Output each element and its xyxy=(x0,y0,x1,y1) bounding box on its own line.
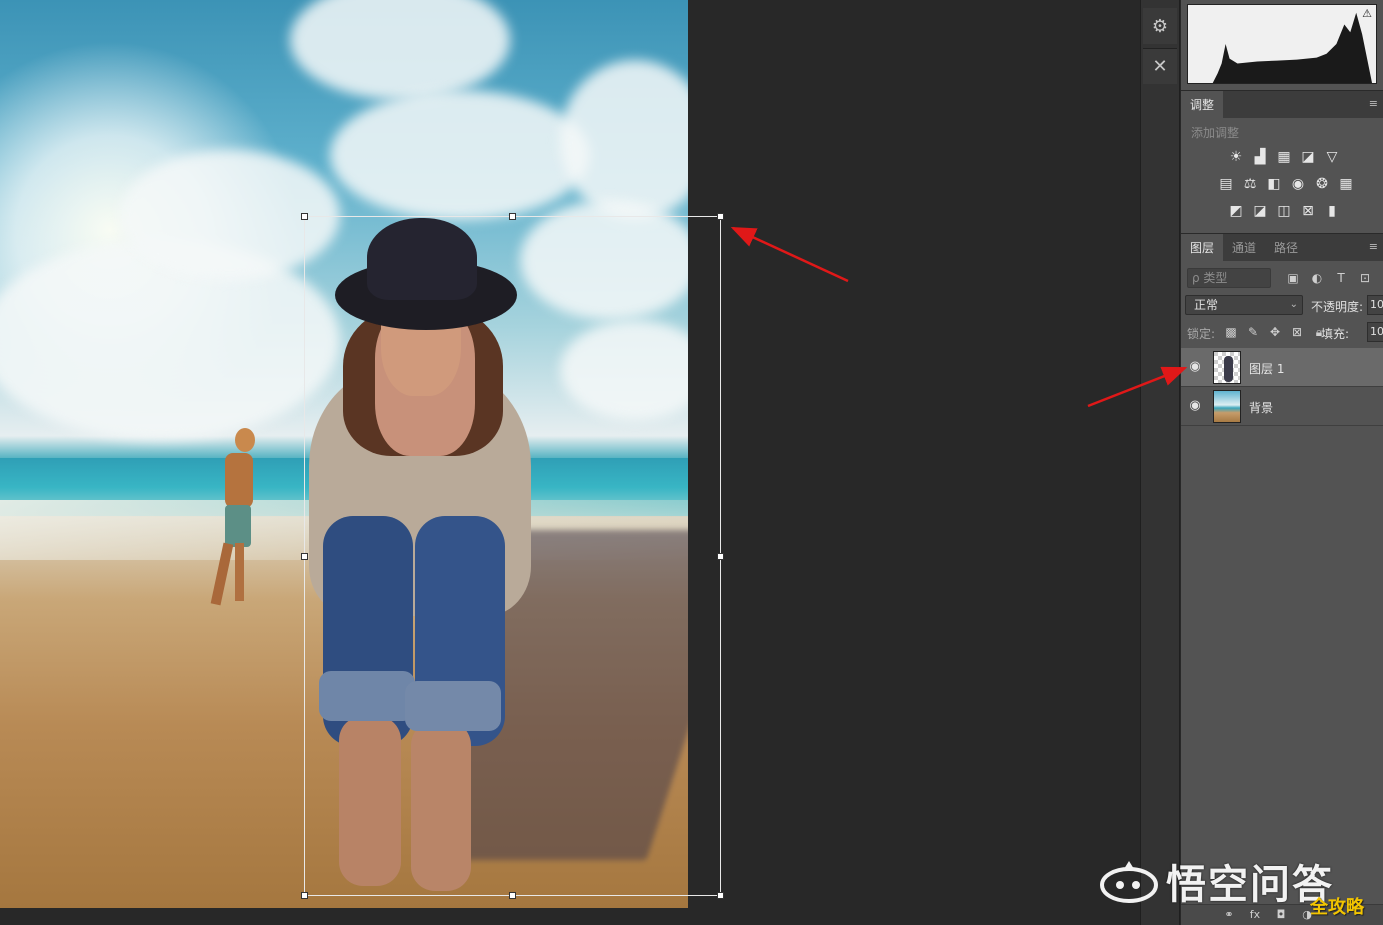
brightness-contrast-icon[interactable]: ☀ xyxy=(1227,148,1245,166)
layer-filter-select[interactable]: ρ 类型 xyxy=(1187,268,1271,288)
layer-thumbnail xyxy=(1213,390,1241,423)
watermark-corner-text: 全攻略 xyxy=(1310,897,1364,918)
lock-transparent-pixels-icon[interactable]: ▩ xyxy=(1223,324,1239,340)
selective-color-icon[interactable]: ⊠ xyxy=(1299,202,1317,220)
layer-row-layer1[interactable]: ◉ 图层 1 xyxy=(1181,348,1383,387)
lock-label: 锁定: xyxy=(1187,327,1216,341)
transform-handle-bottom-right[interactable] xyxy=(717,892,724,899)
panel-dock-strip: ⚙ ✕ xyxy=(1140,0,1180,925)
transform-handle-middle-right[interactable] xyxy=(717,553,724,560)
cloud xyxy=(330,90,590,220)
gradient-map-icon[interactable]: ▮ xyxy=(1323,202,1341,220)
panel-menu-icon[interactable]: ≡ xyxy=(1369,97,1378,110)
photo-filter-icon[interactable]: ◉ xyxy=(1289,175,1307,193)
pixel-filter-icon[interactable]: ▣ xyxy=(1285,270,1301,286)
blend-mode-value: 正常 xyxy=(1194,298,1219,312)
chevron-down-icon: ⌄ xyxy=(1289,299,1298,310)
transform-handle-top-left[interactable] xyxy=(301,213,308,220)
layers-list: ◉ 图层 1 ◉ 背景 xyxy=(1181,348,1383,426)
tab-layers[interactable]: 图层 xyxy=(1181,234,1224,262)
blend-mode-select[interactable]: 正常 ⌄ xyxy=(1185,295,1303,315)
eye-icon[interactable]: ◉ xyxy=(1187,359,1203,375)
hue-saturation-icon[interactable]: ▤ xyxy=(1217,175,1235,193)
adjustments-row-3: ◩ ◪ ◫ ⊠ ▮ xyxy=(1227,202,1341,220)
transform-handle-top-right[interactable] xyxy=(717,213,724,220)
layer-row-background[interactable]: ◉ 背景 xyxy=(1181,387,1383,426)
link-layers-icon[interactable]: ⚭ xyxy=(1221,908,1237,922)
type-filter-icon[interactable]: T xyxy=(1333,270,1349,286)
properties-icon: ⚙ xyxy=(1151,15,1169,37)
layer-filter-icons: ▣ ◐ T ⊡ xyxy=(1285,270,1373,286)
transform-handle-bottom-left[interactable] xyxy=(301,892,308,899)
adjustments-row-2: ▤ ⚖ ◧ ◉ ❂ ▦ xyxy=(1217,175,1355,193)
histogram-warning-icon[interactable]: ⚠ xyxy=(1362,7,1372,20)
transform-handle-bottom-middle[interactable] xyxy=(509,892,516,899)
vibrance-icon[interactable]: ▽ xyxy=(1323,148,1341,166)
shape-filter-icon[interactable]: ⊡ xyxy=(1357,270,1373,286)
tab-adjustments[interactable]: 调整 xyxy=(1181,91,1224,119)
opacity-label: 不透明度: xyxy=(1311,300,1364,314)
threshold-icon[interactable]: ◫ xyxy=(1275,202,1293,220)
right-panels: ⚠ 调整 ≡ 添加调整 ☀ ▟ ▦ ◪ ▽ ▤ ⚖ ◧ ◉ ❂ ▦ ◩ ◪ ◫ … xyxy=(1181,0,1383,925)
color-balance-icon[interactable]: ⚖ xyxy=(1241,175,1259,193)
layer-thumbnail xyxy=(1213,351,1241,384)
tool-presets-button[interactable]: ✕ xyxy=(1143,48,1177,84)
free-transform-bounding-box[interactable] xyxy=(301,213,724,899)
curves-icon[interactable]: ▦ xyxy=(1275,148,1293,166)
adjustment-filter-icon[interactable]: ◐ xyxy=(1309,270,1325,286)
opacity-field[interactable]: 100 xyxy=(1367,295,1383,315)
lock-image-pixels-icon[interactable]: ✎ xyxy=(1245,324,1261,340)
fill-label: 填充: xyxy=(1321,327,1350,341)
color-lookup-icon[interactable]: ▦ xyxy=(1337,175,1355,193)
lock-artboard-icon[interactable]: ⊠ xyxy=(1289,324,1305,340)
lock-icons: ▩ ✎ ✥ ⊠ 🔒︎ xyxy=(1223,324,1327,340)
layer-name[interactable]: 图层 1 xyxy=(1249,360,1284,377)
levels-icon[interactable]: ▟ xyxy=(1251,148,1269,166)
properties-panel-button[interactable]: ⚙ xyxy=(1143,8,1177,44)
tab-paths[interactable]: 路径 xyxy=(1265,234,1307,262)
transform-handle-middle-left[interactable] xyxy=(301,553,308,560)
fill-field[interactable]: 100 xyxy=(1367,322,1383,342)
channel-mixer-icon[interactable]: ❂ xyxy=(1313,175,1331,193)
brush-settings-icon: ✕ xyxy=(1152,56,1168,77)
layer-mask-icon[interactable]: ◘ xyxy=(1273,908,1289,922)
histogram-panel: ⚠ xyxy=(1187,4,1377,84)
watermark: 悟空问答 xyxy=(1100,852,1334,910)
exposure-icon[interactable]: ◪ xyxy=(1299,148,1317,166)
black-white-icon[interactable]: ◧ xyxy=(1265,175,1283,193)
posterize-icon[interactable]: ◪ xyxy=(1251,202,1269,220)
watermark-logo-icon xyxy=(1100,861,1158,903)
cloud xyxy=(0,240,340,440)
eye-icon[interactable]: ◉ xyxy=(1187,398,1203,414)
cloud xyxy=(290,0,510,100)
invert-icon[interactable]: ◩ xyxy=(1227,202,1245,220)
photoshop-window: ⚙ ✕ ⚠ 调整 ≡ 添加调整 ☀ ▟ ▦ ◪ ▽ ▤ ⚖ ◧ ◉ ❂ ▦ ◩ … xyxy=(0,0,1383,925)
layer-name[interactable]: 背景 xyxy=(1249,399,1273,416)
layers-tabbar: 图层 通道 路径 ≡ xyxy=(1181,233,1383,262)
watermark-text: 悟空问答 xyxy=(1166,862,1334,908)
adjustments-row-1: ☀ ▟ ▦ ◪ ▽ xyxy=(1227,148,1341,166)
adjustments-tabbar: 调整 ≡ xyxy=(1181,90,1383,119)
adjustments-hint: 添加调整 xyxy=(1191,126,1240,140)
histogram-graph xyxy=(1188,12,1373,83)
lock-position-icon[interactable]: ✥ xyxy=(1267,324,1283,340)
panel-menu-icon[interactable]: ≡ xyxy=(1369,240,1378,253)
boy-figure xyxy=(205,425,265,610)
cloud xyxy=(560,60,688,220)
tab-channels[interactable]: 通道 xyxy=(1223,234,1265,262)
canvas-workspace[interactable] xyxy=(0,0,1140,910)
transform-handle-top-middle[interactable] xyxy=(509,213,516,220)
layer-style-icon[interactable]: fx xyxy=(1247,908,1263,922)
